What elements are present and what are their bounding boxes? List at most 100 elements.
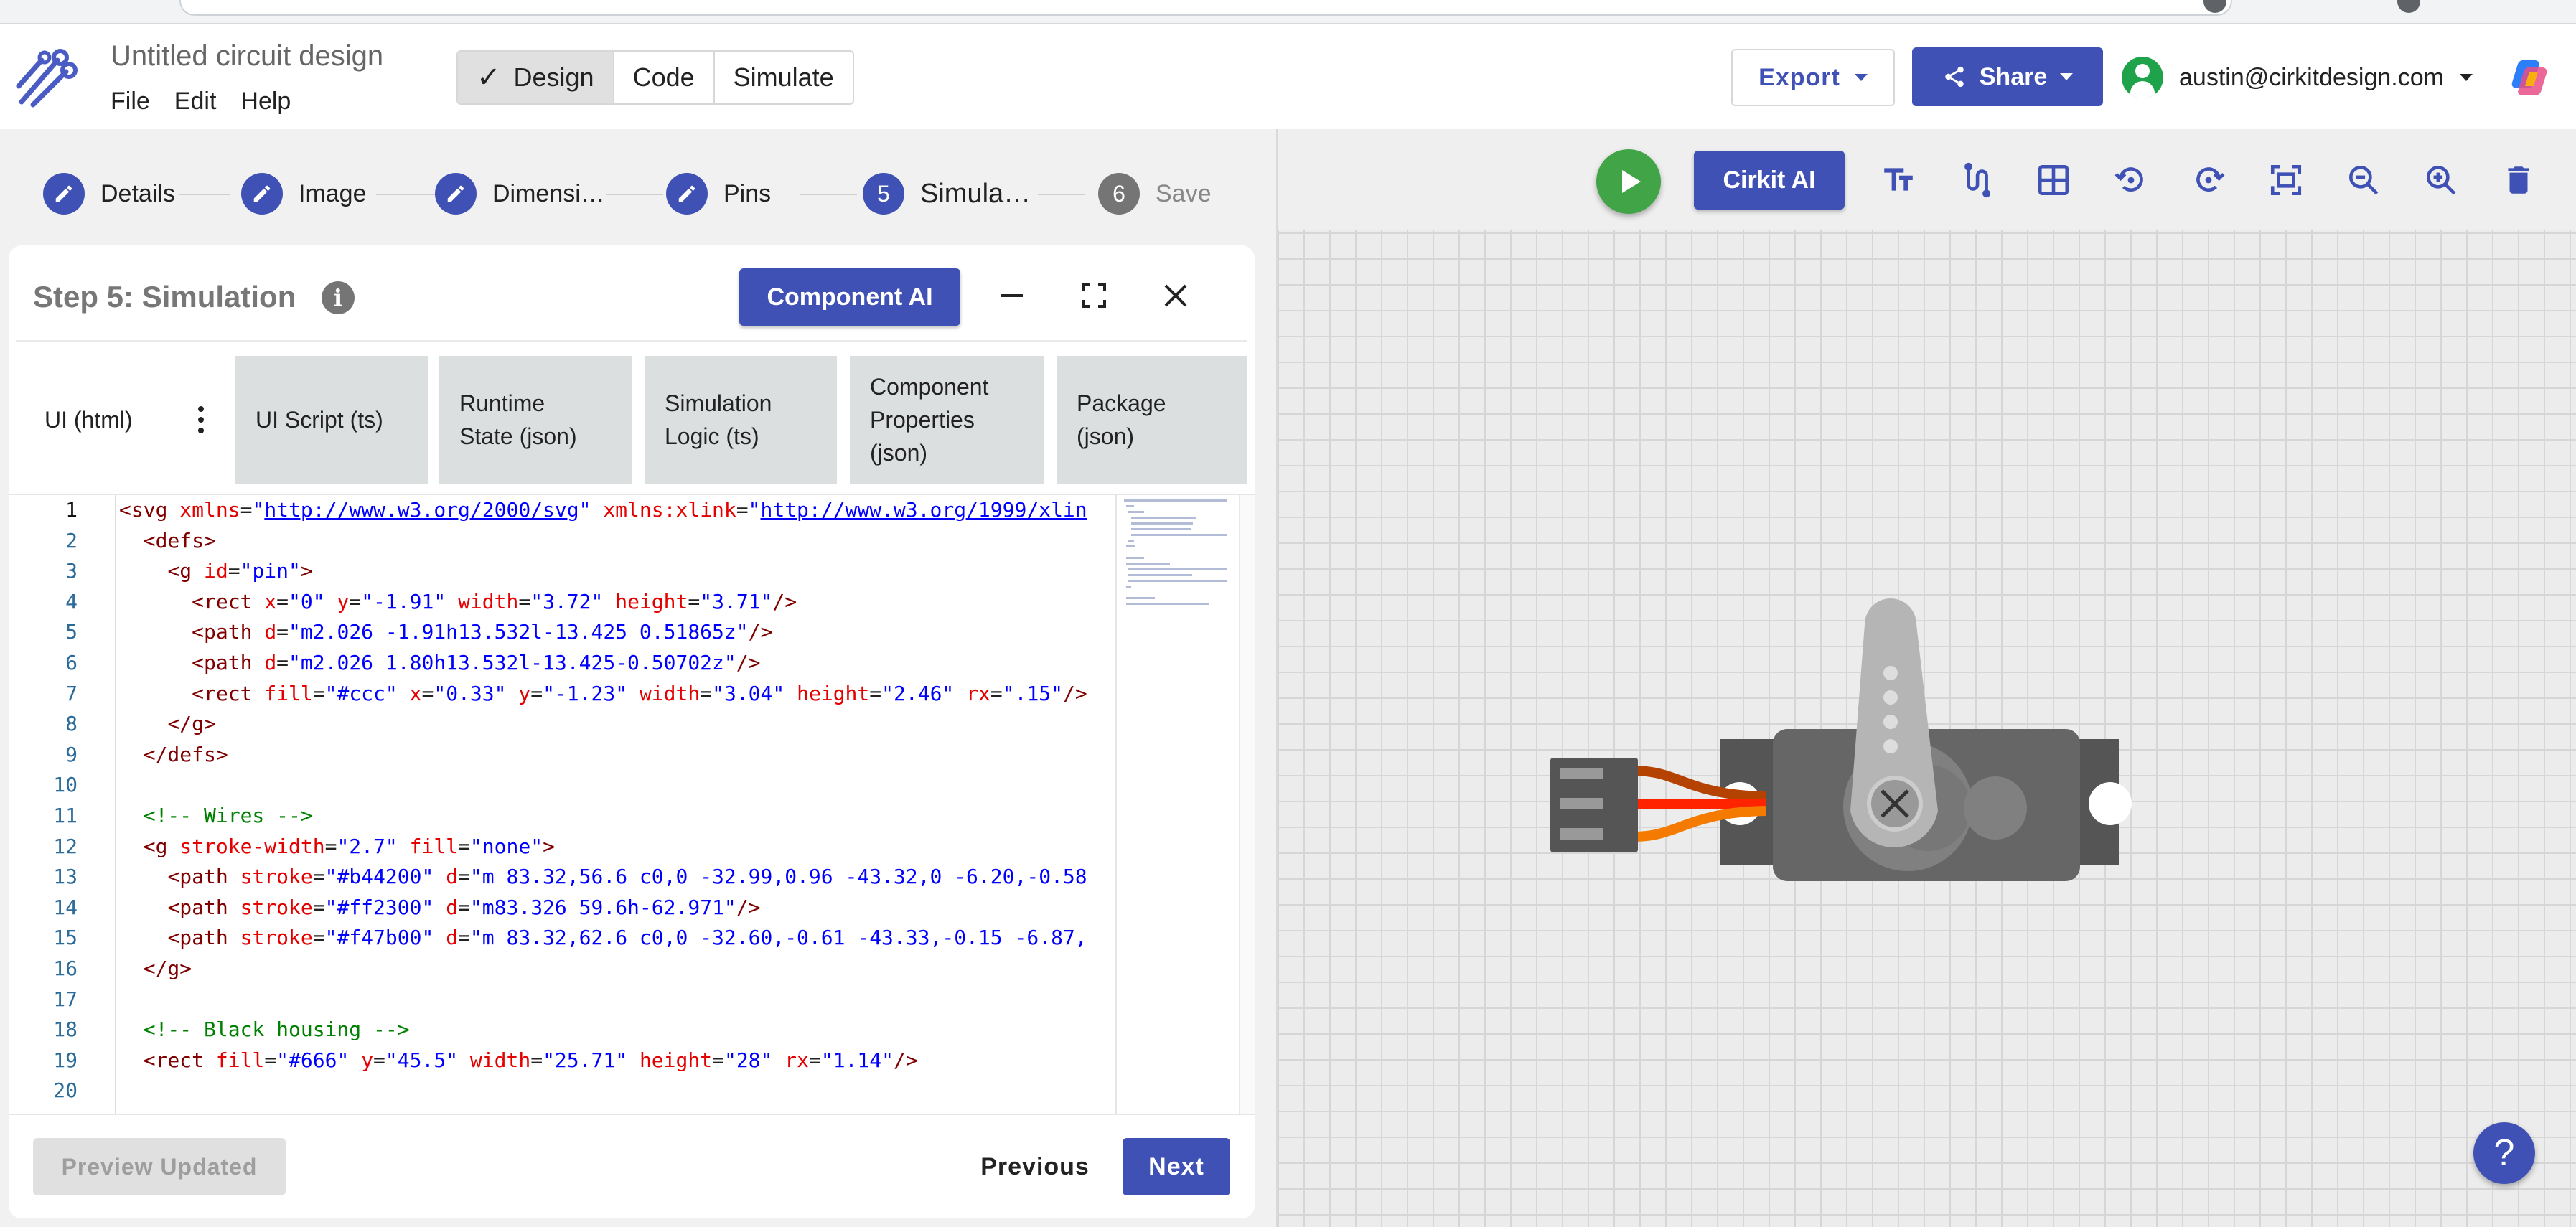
code-text[interactable]: <svg xmlns="http://www.w3.org/2000/svg" … (115, 495, 1115, 1114)
mode-design[interactable]: ✓ Design (458, 52, 614, 103)
minimize-icon[interactable] (990, 274, 1034, 317)
code-line[interactable]: <path d="m2.026 1.80h13.532l-13.425-0.50… (119, 648, 760, 678)
step-simulation[interactable]: 5 Simula… (863, 165, 1031, 222)
zoom-out-icon[interactable] (2343, 159, 2384, 201)
code-line[interactable]: <defs> (119, 526, 216, 556)
help-button[interactable]: ? (2473, 1122, 2535, 1184)
export-button[interactable]: Export (1731, 49, 1895, 106)
step-pins[interactable]: Pins (666, 165, 771, 222)
line-number: 3 (65, 559, 78, 583)
line-number: 18 (53, 1017, 78, 1042)
code-line[interactable]: <path stroke="#b44200" d="m 83.32,56.6 c… (119, 862, 1087, 892)
design-title[interactable]: Untitled circuit design (111, 40, 383, 72)
menu-file[interactable]: File (111, 88, 150, 116)
line-number: 12 (53, 834, 78, 858)
tab-ui-script[interactable]: UI Script (ts) (235, 356, 428, 484)
tab-label: Package (json) (1077, 390, 1166, 449)
step-details[interactable]: Details (43, 165, 175, 222)
panel-title: Step 5: Simulation (33, 280, 296, 314)
code-line[interactable]: <!-- Black housing --> (119, 1015, 410, 1045)
mode-simulate[interactable]: Simulate (715, 52, 853, 103)
fullscreen-icon[interactable] (1072, 274, 1115, 317)
tab-runtime-state[interactable]: Runtime State (json) (439, 356, 632, 484)
component-ai-button[interactable]: Component AI (739, 268, 960, 326)
simulation-card: Step 5: Simulation i Component AI UI (ht… (9, 245, 1255, 1218)
share-button[interactable]: Share (1912, 47, 2103, 106)
menu-help[interactable]: Help (240, 88, 291, 116)
pencil-icon (435, 173, 477, 215)
fit-screen-icon[interactable] (2265, 159, 2307, 201)
code-line[interactable]: <!-- Wires --> (119, 801, 313, 831)
play-simulation-button[interactable] (1596, 149, 1661, 214)
user-menu[interactable]: austin@cirkitdesign.com (2122, 55, 2473, 100)
code-line[interactable]: <g id="pin"> (119, 556, 312, 586)
tab-ui-html[interactable]: UI (html) (24, 356, 221, 484)
app-header: Untitled circuit design File Edit Help ✓… (0, 24, 2576, 129)
caret-down-icon (2460, 74, 2473, 81)
rotate-right-icon[interactable] (2188, 159, 2229, 201)
mode-label: Code (632, 62, 695, 92)
code-line[interactable]: <path stroke="#ff2300" d="m83.326 59.6h-… (119, 893, 760, 923)
info-icon[interactable]: i (322, 281, 355, 314)
step-number: 5 (863, 173, 904, 215)
cirkit-logo-icon[interactable] (13, 46, 78, 111)
minimap-line (1130, 522, 1193, 525)
code-line[interactable]: <rect fill="#666" y="45.5" width="25.71"… (119, 1045, 918, 1076)
address-bar[interactable] (179, 0, 2232, 16)
tab-component-properties[interactable]: Component Properties (json) (850, 356, 1044, 484)
minimap-line (1126, 505, 1134, 507)
mode-code[interactable]: Code (614, 52, 715, 103)
code-line[interactable]: </g> (119, 954, 192, 984)
more-vert-icon[interactable] (198, 406, 204, 433)
step-dimensions[interactable]: Dimensi… (435, 165, 605, 222)
servo-component[interactable] (1550, 596, 2139, 897)
browser-icon[interactable] (2397, 0, 2420, 13)
delete-icon[interactable] (2498, 159, 2539, 201)
step-save[interactable]: 6 Save (1098, 165, 1212, 222)
minimap-line (1126, 545, 1135, 547)
step-image[interactable]: Image (241, 165, 367, 222)
zoom-in-icon[interactable] (2420, 159, 2462, 201)
code-line[interactable]: <g stroke-width="2.7" fill="none"> (119, 832, 555, 862)
minimap-line (1130, 528, 1192, 530)
copilot-icon[interactable] (2508, 55, 2554, 100)
text-size-icon[interactable] (1878, 159, 1919, 201)
share-label: Share (1979, 62, 2048, 90)
tab-package[interactable]: Package (json) (1057, 356, 1247, 484)
line-number: 6 (65, 651, 78, 674)
code-editor[interactable]: 1 2 3 4 5 6 7 8 9 10 11 12 13 14 15 16 17 18 19 20 <svg xml… (9, 494, 1255, 1115)
close-icon[interactable] (1154, 274, 1197, 317)
minimap-line (1128, 511, 1144, 513)
minimap-line (1124, 499, 1227, 502)
minimap-line (1128, 540, 1134, 542)
vertical-scrollbar[interactable] (1239, 495, 1255, 1114)
minimap-line (1130, 517, 1196, 519)
code-line[interactable]: <path d="m2.026 -1.91h13.532l-13.425 0.5… (119, 617, 772, 647)
code-line[interactable]: <path stroke="#f47b00" d="m 83.32,62.6 c… (119, 923, 1087, 953)
user-email: austin@cirkitdesign.com (2179, 63, 2444, 91)
next-button[interactable]: Next (1123, 1138, 1230, 1195)
line-number: 10 (53, 773, 78, 797)
grid-icon[interactable] (2033, 159, 2074, 201)
code-line[interactable]: <rect x="0" y="-1.91" width="3.72" heigh… (119, 587, 797, 617)
code-line[interactable]: </g> (119, 709, 215, 739)
line-number: 15 (53, 926, 78, 950)
line-number: 5 (65, 620, 78, 644)
rotate-left-icon[interactable] (2110, 159, 2152, 201)
code-line[interactable]: </defs> (119, 740, 228, 770)
menu-edit[interactable]: Edit (174, 88, 217, 116)
code-line[interactable]: <svg xmlns="http://www.w3.org/2000/svg" … (119, 495, 1087, 525)
mode-switcher: ✓ Design Code Simulate (456, 50, 854, 105)
line-number: 11 (53, 804, 78, 827)
user-avatar-icon (2122, 57, 2163, 98)
component-editor-panel: Details Image Dimensi… Pins 5 Simula… 6 (0, 129, 1276, 1227)
code-line[interactable]: <rect fill="#ccc" x="0.33" y="-1.23" wid… (119, 679, 1087, 709)
previous-button[interactable]: Previous (956, 1138, 1114, 1195)
line-number: 8 (65, 712, 78, 736)
route-icon[interactable] (1955, 159, 1997, 201)
cirkit-ai-button[interactable]: Cirkit AI (1694, 151, 1845, 210)
code-minimap[interactable] (1115, 495, 1239, 1114)
menu-bar: File Edit Help (111, 88, 291, 116)
tab-simulation-logic[interactable]: Simulation Logic (ts) (645, 356, 837, 484)
line-numbers: 1 2 3 4 5 6 7 8 9 10 11 12 13 14 15 16 17 18 19 20 (9, 495, 115, 1114)
